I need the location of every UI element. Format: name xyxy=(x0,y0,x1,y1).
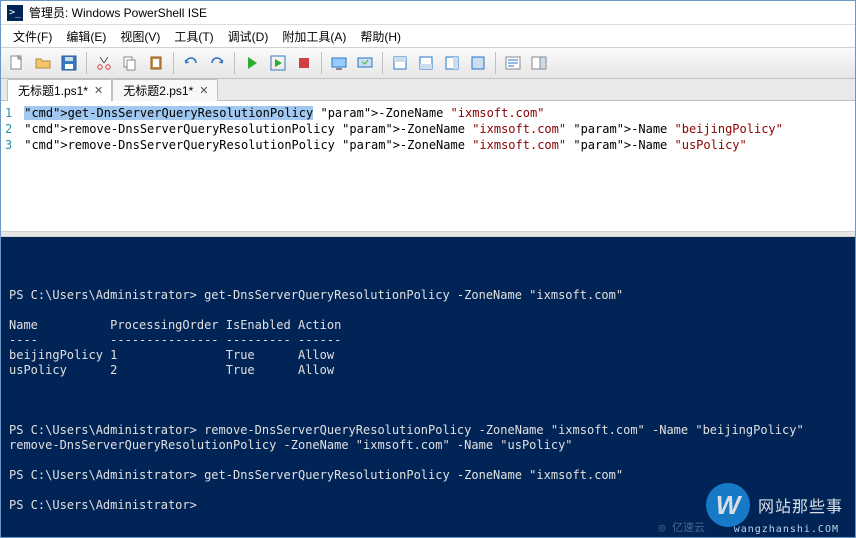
watermark-sub: wangzhanshi.COM xyxy=(734,524,839,535)
menu-bar: 文件(F) 编辑(E) 视图(V) 工具(T) 调试(D) 附加工具(A) 帮助… xyxy=(1,25,855,47)
tab-untitled1[interactable]: 无标题1.ps1* ✕ xyxy=(7,79,112,101)
menu-tools[interactable]: 工具(T) xyxy=(168,26,219,47)
redo-button[interactable] xyxy=(205,51,229,75)
script-editor[interactable]: 1 2 3 "cmd">get-DnsServerQueryResolution… xyxy=(1,101,855,231)
save-button[interactable] xyxy=(57,51,81,75)
menu-view[interactable]: 视图(V) xyxy=(114,26,166,47)
code-area[interactable]: "cmd">get-DnsServerQueryResolutionPolicy… xyxy=(20,101,783,231)
undo-button[interactable] xyxy=(179,51,203,75)
new-remote-button[interactable] xyxy=(327,51,351,75)
layout4-button[interactable] xyxy=(466,51,490,75)
tab-label: 无标题1.ps1* xyxy=(18,82,88,99)
stop-button[interactable] xyxy=(292,51,316,75)
tab-strip: 无标题1.ps1* ✕ 无标题2.ps1* ✕ xyxy=(1,79,855,101)
layout3-button[interactable] xyxy=(440,51,464,75)
window-title: 管理员: Windows PowerShell ISE xyxy=(29,4,207,21)
paste-button[interactable] xyxy=(144,51,168,75)
cut-button[interactable] xyxy=(92,51,116,75)
menu-edit[interactable]: 编辑(E) xyxy=(60,26,112,47)
layout2-button[interactable] xyxy=(414,51,438,75)
title-bar: >_ 管理员: Windows PowerShell ISE xyxy=(1,1,855,25)
tab-untitled2[interactable]: 无标题2.ps1* ✕ xyxy=(112,79,217,101)
watermark-extra: ◎ 亿速云 xyxy=(659,519,705,535)
watermark-text: 网站那些事 xyxy=(758,493,843,517)
line-gutter: 1 2 3 xyxy=(1,101,20,231)
close-icon[interactable]: ✕ xyxy=(199,84,208,97)
copy-button[interactable] xyxy=(118,51,142,75)
run-button[interactable] xyxy=(240,51,264,75)
menu-file[interactable]: 文件(F) xyxy=(7,26,58,47)
run-selection-button[interactable] xyxy=(266,51,290,75)
app-icon: >_ xyxy=(7,5,23,21)
remote-session-button[interactable] xyxy=(353,51,377,75)
toolbar xyxy=(1,47,855,79)
console-pane[interactable]: PS C:\Users\Administrator> get-DnsServer… xyxy=(1,237,855,537)
open-button[interactable] xyxy=(31,51,55,75)
show-addon-button[interactable] xyxy=(527,51,551,75)
close-icon[interactable]: ✕ xyxy=(94,84,103,97)
show-command-button[interactable] xyxy=(501,51,525,75)
menu-addons[interactable]: 附加工具(A) xyxy=(276,26,352,47)
watermark: W 网站那些事 xyxy=(706,483,843,527)
watermark-badge: W xyxy=(706,483,750,527)
layout1-button[interactable] xyxy=(388,51,412,75)
menu-help[interactable]: 帮助(H) xyxy=(354,26,407,47)
tab-label: 无标题2.ps1* xyxy=(123,82,193,99)
new-button[interactable] xyxy=(5,51,29,75)
menu-debug[interactable]: 调试(D) xyxy=(222,26,275,47)
